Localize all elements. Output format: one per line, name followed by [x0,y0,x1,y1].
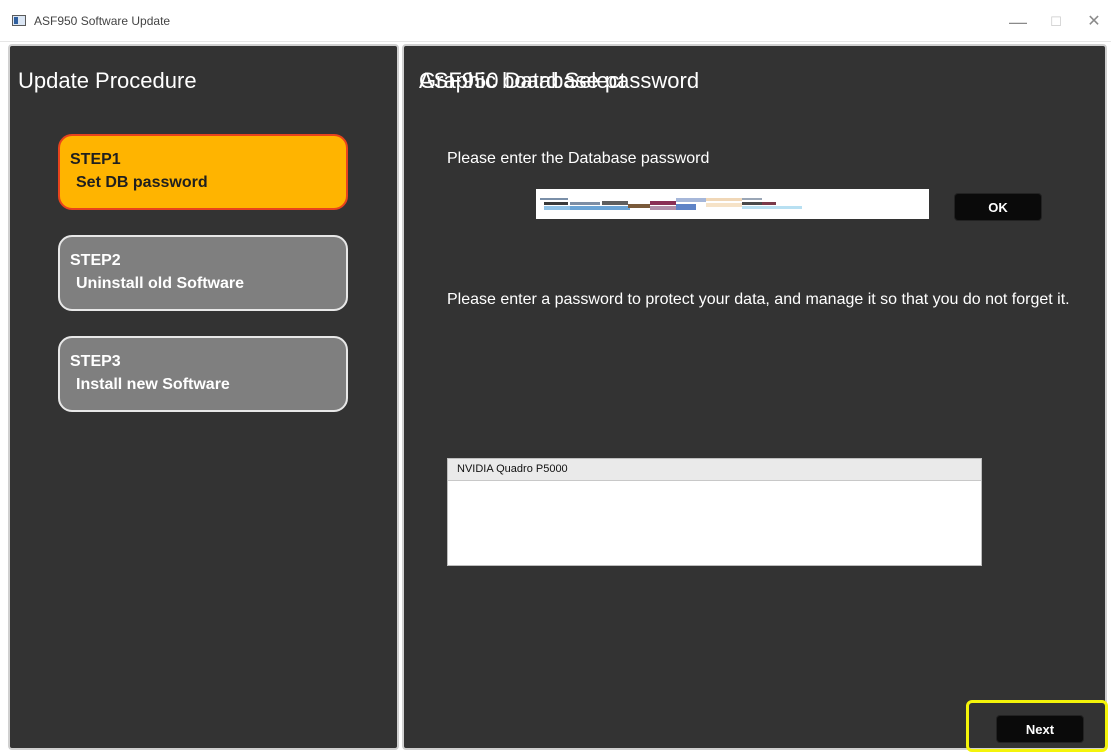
window-title: ASF950 Software Update [34,14,171,28]
close-icon[interactable]: ✕ [1082,10,1106,34]
step1-card[interactable]: STEP1 Set DB password [58,134,348,210]
next-button[interactable]: Next [996,715,1084,743]
password-field[interactable] [536,189,929,219]
maximize-icon[interactable]: ☐ [1044,10,1068,34]
title-bar: ASF950 Software Update — ☐ ✕ [0,0,1111,42]
minimize-icon[interactable]: — [1006,10,1030,34]
ok-button[interactable]: OK [954,193,1042,221]
step2-label: Uninstall old Software [76,275,245,292]
step2-card[interactable]: STEP2 Uninstall old Software [58,235,348,311]
step2-number: STEP2 [70,252,121,269]
procedure-panel: Update Procedure STEP1 Set DB password S… [8,44,399,750]
password-prompt: Please enter the Database password [447,150,710,167]
settings-panel: ASF950 Database password Please enter th… [402,44,1107,750]
graphic-board-heading: Graphic board Select [419,68,626,93]
password-note: Please enter a password to protect your … [447,291,1070,308]
list-item[interactable]: NVIDIA Quadro P5000 [448,459,981,481]
graphic-board-list[interactable]: NVIDIA Quadro P5000 [447,458,982,566]
procedure-heading: Update Procedure [18,68,197,93]
step3-number: STEP3 [70,353,121,370]
step3-card[interactable]: STEP3 Install new Software [58,336,348,412]
app-window-icon [12,15,26,26]
step3-label: Install new Software [76,376,230,393]
step1-number: STEP1 [70,151,121,168]
step1-label: Set DB password [76,174,208,191]
masked-password-value [540,198,802,210]
